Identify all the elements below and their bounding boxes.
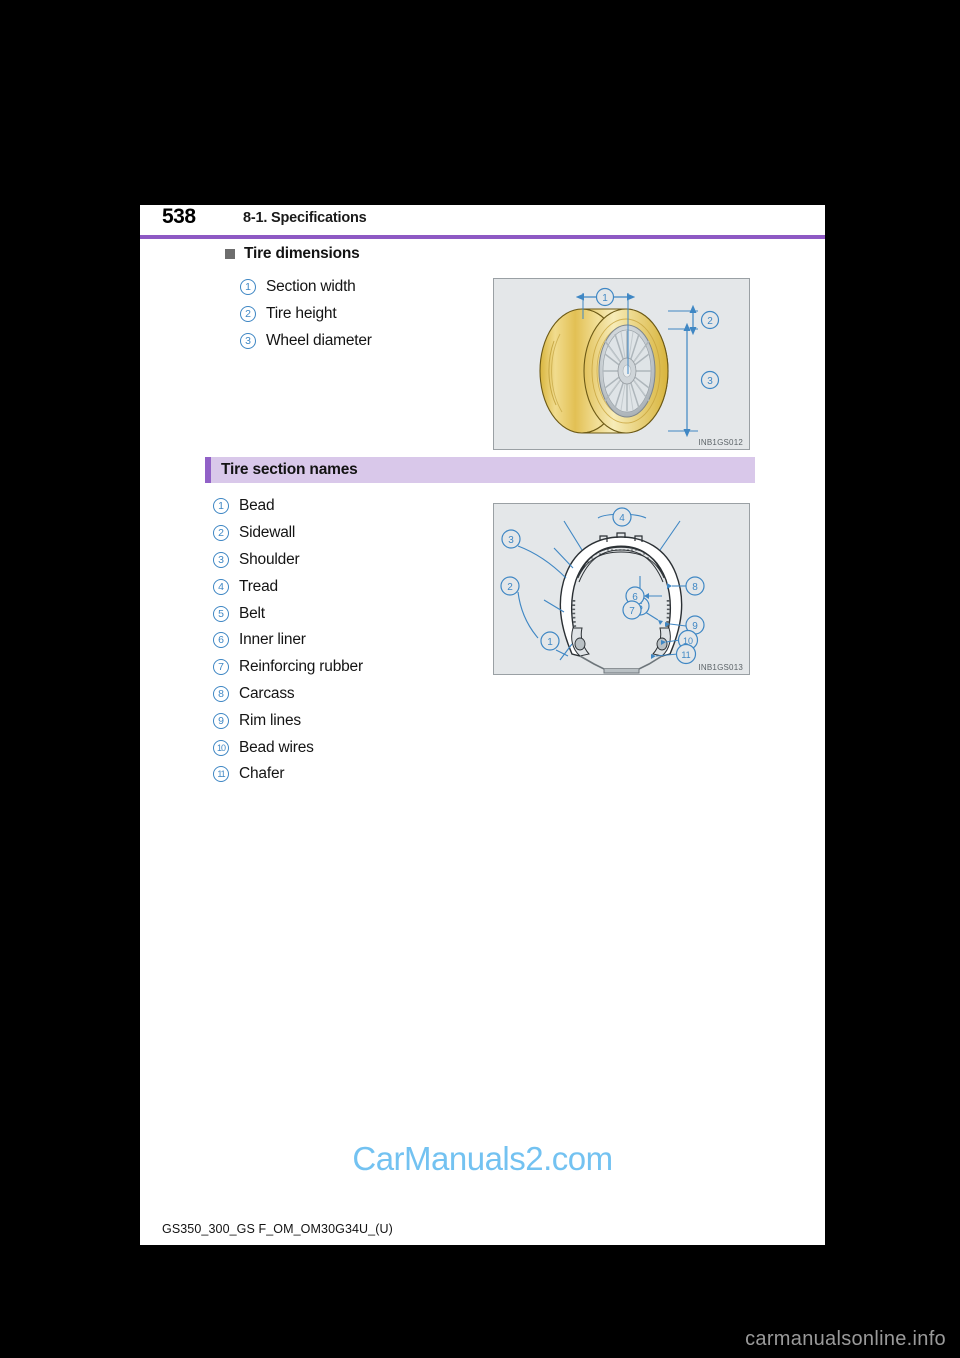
- callout-number-icon: 6: [213, 632, 229, 649]
- callout-number-icon: 5: [213, 605, 229, 622]
- tire-dimensions-illustration: 1 2 3: [539, 287, 720, 438]
- svg-text:3: 3: [707, 376, 713, 387]
- svg-text:4: 4: [619, 513, 625, 524]
- list-item: 1 Section width: [240, 273, 372, 300]
- list-item: 6 Inner liner: [213, 627, 363, 654]
- tire-dimensions-list: 1 Section width 2 Tire height 3 Wheel di…: [240, 273, 372, 354]
- list-item-label: Wheel diameter: [266, 331, 372, 349]
- callout-number-icon: 1: [213, 498, 229, 515]
- svg-text:8: 8: [692, 582, 698, 593]
- svg-text:11: 11: [681, 650, 690, 660]
- svg-text:2: 2: [707, 316, 713, 327]
- list-item: 11 Chafer: [213, 761, 363, 788]
- list-item-label: Carcass: [239, 684, 295, 702]
- callout-number-icon: 11: [213, 766, 229, 783]
- tire-section-names-heading: Tire section names: [221, 461, 358, 478]
- list-item-label: Reinforcing rubber: [239, 658, 363, 676]
- callout-number-icon: 10: [213, 739, 229, 756]
- list-item-label: Bead wires: [239, 738, 314, 756]
- header-rule: [140, 235, 825, 239]
- callout-number-icon: 3: [213, 551, 229, 568]
- svg-text:2: 2: [507, 582, 513, 593]
- list-item: 2 Tire height: [240, 300, 372, 327]
- list-item: 2 Sidewall: [213, 520, 363, 547]
- list-item-label: Shoulder: [239, 550, 300, 568]
- manual-page: 538 8-1. Specifications Tire dimensions …: [140, 205, 825, 1245]
- list-item: 10 Bead wires: [213, 734, 363, 761]
- list-item: 4 Tread: [213, 573, 363, 600]
- svg-text:3: 3: [508, 535, 514, 546]
- list-item-label: Chafer: [239, 765, 285, 783]
- center-watermark: CarManuals2.com: [352, 1140, 613, 1177]
- list-item-label: Bead: [239, 497, 275, 515]
- tire-cross-section-figure: 4 3 2 1 5 6 7 8 9 10: [493, 503, 750, 675]
- list-item: 3 Shoulder: [213, 547, 363, 574]
- svg-text:9: 9: [692, 621, 698, 632]
- list-item-label: Section width: [266, 277, 356, 295]
- callout-number-icon: 2: [213, 525, 229, 542]
- bottom-right-watermark: carmanualsonline.info: [745, 1328, 946, 1350]
- list-item: 5 Belt: [213, 600, 363, 627]
- list-item-label: Rim lines: [239, 711, 301, 729]
- section-accent-bar: [205, 457, 211, 483]
- callout-number-icon: 3: [240, 332, 256, 349]
- list-item-label: Belt: [239, 604, 265, 622]
- list-item: 9 Rim lines: [213, 707, 363, 734]
- list-item-label: Tire height: [266, 304, 337, 322]
- tire-dimensions-heading-label: Tire dimensions: [244, 245, 360, 262]
- callout-number-icon: 9: [213, 712, 229, 729]
- figure-code: INB1GS013: [696, 663, 745, 672]
- list-item-label: Tread: [239, 577, 278, 595]
- list-item-label: Inner liner: [239, 631, 306, 649]
- tire-dimensions-heading: Tire dimensions: [225, 245, 360, 263]
- page-number: 538: [162, 205, 196, 228]
- list-item: 8 Carcass: [213, 681, 363, 708]
- square-bullet-icon: [225, 249, 235, 259]
- footer-document-code: GS350_300_GS F_OM_OM30G34U_(U): [162, 1222, 393, 1236]
- list-item: 1 Bead: [213, 493, 363, 520]
- tire-cross-section-illustration: 4 3 2 1 5 6 7 8 9 10: [500, 507, 705, 674]
- callout-number-icon: 2: [240, 305, 256, 322]
- section-title: 8-1. Specifications: [243, 210, 367, 226]
- tire-section-names-bar: Tire section names: [205, 457, 755, 483]
- callout-number-icon: 4: [213, 578, 229, 595]
- svg-text:1: 1: [602, 293, 608, 304]
- svg-text:1: 1: [547, 637, 553, 648]
- callout-number-icon: 8: [213, 685, 229, 702]
- list-item: 7 Reinforcing rubber: [213, 654, 363, 681]
- figure-code: INB1GS012: [696, 438, 745, 447]
- svg-text:7: 7: [629, 606, 635, 617]
- tire-dimensions-figure: 1 2 3 INB1GS012: [493, 278, 750, 450]
- list-item: 3 Wheel diameter: [240, 327, 372, 354]
- list-item-label: Sidewall: [239, 524, 296, 542]
- callout-number-icon: 1: [240, 278, 256, 295]
- tire-section-names-list: 1 Bead 2 Sidewall 3 Shoulder 4 Tread 5 B…: [213, 493, 363, 788]
- callout-number-icon: 7: [213, 659, 229, 676]
